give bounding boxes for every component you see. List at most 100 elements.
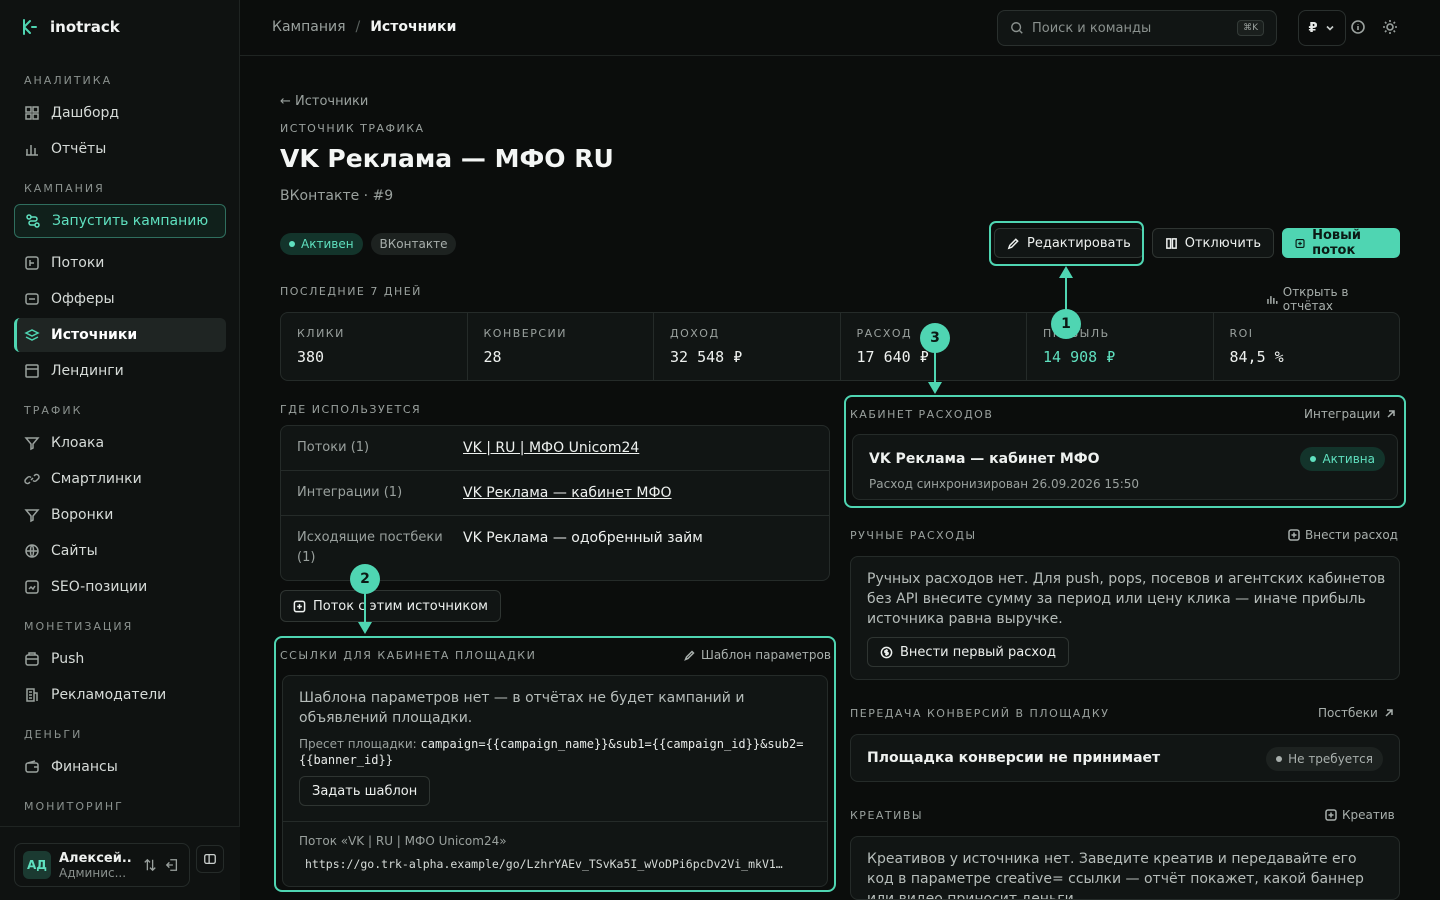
- table-row: Интеграции (1) VK Реклама — кабинет МФО: [281, 471, 829, 516]
- set-template-button[interactable]: Задать шаблон: [299, 776, 431, 806]
- postbacks-link[interactable]: Постбеки: [1318, 706, 1395, 720]
- collapse-sidebar-button[interactable]: [196, 845, 224, 873]
- links-section: ССЫЛКИ ДЛЯ КАБИНЕТА ПЛОЩАДКИ Шаблон пара…: [274, 636, 836, 892]
- breadcrumb-campaign[interactable]: Кампания: [272, 19, 346, 35]
- sidebar-item-finance[interactable]: Финансы: [14, 750, 226, 784]
- arrow-up-right-icon: [1387, 410, 1395, 418]
- cabinet-status-badge: Активна: [1300, 447, 1385, 471]
- flow-with-source-button[interactable]: Поток с этим источником: [280, 590, 501, 622]
- search-box[interactable]: ⌘K: [997, 10, 1277, 46]
- sidebar-item-seo[interactable]: SEO-позиции: [14, 570, 226, 604]
- sidebar-item-smartlinks[interactable]: Смартлинки: [14, 462, 226, 496]
- integrations-link[interactable]: Интеграции: [1304, 407, 1397, 421]
- currency-select[interactable]: ₽: [1298, 10, 1346, 46]
- badges: Активен ВКонтакте: [280, 233, 457, 255]
- sidebar-item-label: Смартлинки: [51, 471, 142, 487]
- stats-row: КЛИКИ 380 КОНВЕРСИИ 28 ДОХОД 32 548 ₽ РА…: [280, 312, 1400, 381]
- manual-note: Ручных расходов нет. Для push, pops, пос…: [867, 571, 1386, 627]
- logo-icon: [23, 19, 37, 35]
- sidebar: inotrack АНАЛИТИКА Дашборд Отчёты КАМПАН…: [0, 0, 240, 900]
- info-icon: [1351, 20, 1365, 34]
- add-expense-link[interactable]: Внести расход: [1288, 528, 1398, 542]
- sidebar-nav: АНАЛИТИКА Дашборд Отчёты КАМПАНИЯ Запуст…: [14, 74, 226, 814]
- status-badge: Активен: [280, 233, 363, 255]
- usage-integration-link[interactable]: VK Реклама — кабинет МФО: [463, 483, 672, 503]
- nav-section-monetization: МОНЕТИЗАЦИЯ: [24, 620, 134, 633]
- stat-label: КЛИКИ: [297, 327, 345, 340]
- open-reports-link[interactable]: Открыть в отчётах: [1266, 285, 1400, 313]
- disable-button[interactable]: Отключить: [1151, 228, 1275, 258]
- arrow-3-head: [928, 382, 942, 394]
- sidebar-item-label: Воронки: [51, 507, 114, 523]
- theme-toggle[interactable]: [1382, 19, 1400, 37]
- swap-icon[interactable]: [143, 858, 157, 872]
- nav-section-money: ДЕНЬГИ: [24, 728, 83, 741]
- chevron-down-icon: [1325, 25, 1334, 31]
- add-creative-label: Креатив: [1342, 808, 1395, 822]
- avatar: АД: [23, 851, 51, 879]
- launch-campaign-button[interactable]: Запустить кампанию: [14, 204, 226, 238]
- conversions-text: Площадка конверсии не принимает: [867, 750, 1161, 766]
- logo[interactable]: inotrack: [20, 17, 120, 37]
- usage-flow-link[interactable]: VK | RU | МФО Unicom24: [463, 438, 639, 458]
- annotation-marker-3: 3: [920, 323, 950, 353]
- add-creative-link[interactable]: Креатив: [1325, 808, 1395, 822]
- back-link[interactable]: ← Источники: [280, 94, 368, 109]
- sidebar-item-label: Сайты: [51, 543, 98, 559]
- user-card[interactable]: АД Алексей... Админис...: [14, 843, 190, 887]
- arrow-2-head: [358, 622, 372, 634]
- stat-clicks: КЛИКИ 380: [281, 313, 468, 380]
- sidebar-item-landings[interactable]: Лендинги: [14, 354, 226, 388]
- stat-label: ДОХОД: [670, 327, 720, 340]
- sidebar-item-label: SEO-позиции: [51, 579, 148, 595]
- building-icon: [26, 688, 38, 702]
- layers-icon: [24, 329, 40, 341]
- param-template-link[interactable]: Шаблон параметров: [684, 648, 831, 662]
- sidebar-item-reports[interactable]: Отчёты: [14, 132, 226, 166]
- breadcrumb-separator: /: [355, 19, 361, 35]
- sidebar-item-sources[interactable]: Источники: [14, 318, 226, 352]
- links-label: ССЫЛКИ ДЛЯ КАБИНЕТА ПЛОЩАДКИ: [280, 649, 537, 662]
- bar-chart-icon: [1267, 296, 1278, 304]
- set-template-label: Задать шаблон: [312, 783, 418, 799]
- first-expense-button[interactable]: Внести первый расход: [867, 637, 1069, 667]
- links-empty-note: Шаблона параметров нет — в отчётах не бу…: [299, 690, 745, 726]
- postbacks-label: Постбеки: [1318, 706, 1378, 720]
- filter-icon: [24, 437, 40, 451]
- info-button[interactable]: [1350, 19, 1368, 37]
- stat-value: 14 908 ₽: [1043, 348, 1116, 366]
- usage-label: ГДЕ ИСПОЛЬЗУЕТСЯ: [280, 403, 422, 416]
- links-panel: Шаблона параметров нет — в отчётах не бу…: [282, 675, 828, 887]
- stat-roi: ROI 84,5 %: [1214, 313, 1400, 380]
- pause-icon: [1165, 237, 1177, 249]
- sidebar-item-dashboard[interactable]: Дашборд: [14, 96, 226, 130]
- stat-value: 32 548 ₽: [670, 348, 743, 366]
- stat-revenue: ДОХОД 32 548 ₽: [654, 313, 841, 380]
- sidebar-item-push[interactable]: Push: [14, 642, 226, 676]
- arrow-1-head: [1059, 266, 1073, 278]
- logout-icon[interactable]: [165, 858, 179, 872]
- edit-button[interactable]: Редактировать: [994, 228, 1144, 258]
- sidebar-item-cloak[interactable]: Клоака: [14, 426, 226, 460]
- cabinet-card[interactable]: VK Реклама — кабинет МФО Расход синхрони…: [852, 434, 1398, 500]
- cabinet-sync: Расход синхронизирован 26.09.2026 15:50: [869, 477, 1140, 491]
- usage-table: Потоки (1) VK | RU | МФО Unicom24 Интегр…: [280, 425, 830, 581]
- page-kicker: ИСТОЧНИК ТРАФИКА: [280, 122, 425, 135]
- sidebar-item-funnels[interactable]: Воронки: [14, 498, 226, 532]
- sidebar-item-flows[interactable]: Потоки: [14, 246, 226, 280]
- stats-label: ПОСЛЕДНИЕ 7 ДНЕЙ: [280, 285, 422, 298]
- grid-icon: [25, 106, 39, 120]
- search-input[interactable]: [1032, 20, 1232, 36]
- sidebar-item-offers[interactable]: Офферы: [14, 282, 226, 316]
- pencil-icon: [1007, 237, 1019, 249]
- currency-value: ₽: [1308, 20, 1318, 36]
- page-icon: [25, 364, 39, 378]
- new-flow-button[interactable]: Новый поток: [1282, 228, 1400, 258]
- sidebar-item-label: Клоака: [51, 435, 105, 451]
- flow-url[interactable]: https://go.trk-alpha.example/go/LzhrYAEv…: [305, 857, 805, 871]
- sidebar-item-advertisers[interactable]: Рекламодатели: [14, 678, 226, 712]
- sidebar-item-label: Источники: [51, 327, 138, 343]
- nav-section-analytics: АНАЛИТИКА: [24, 74, 113, 87]
- sidebar-item-sites[interactable]: Сайты: [14, 534, 226, 568]
- nav-section-campaign: КАМПАНИЯ: [24, 182, 105, 195]
